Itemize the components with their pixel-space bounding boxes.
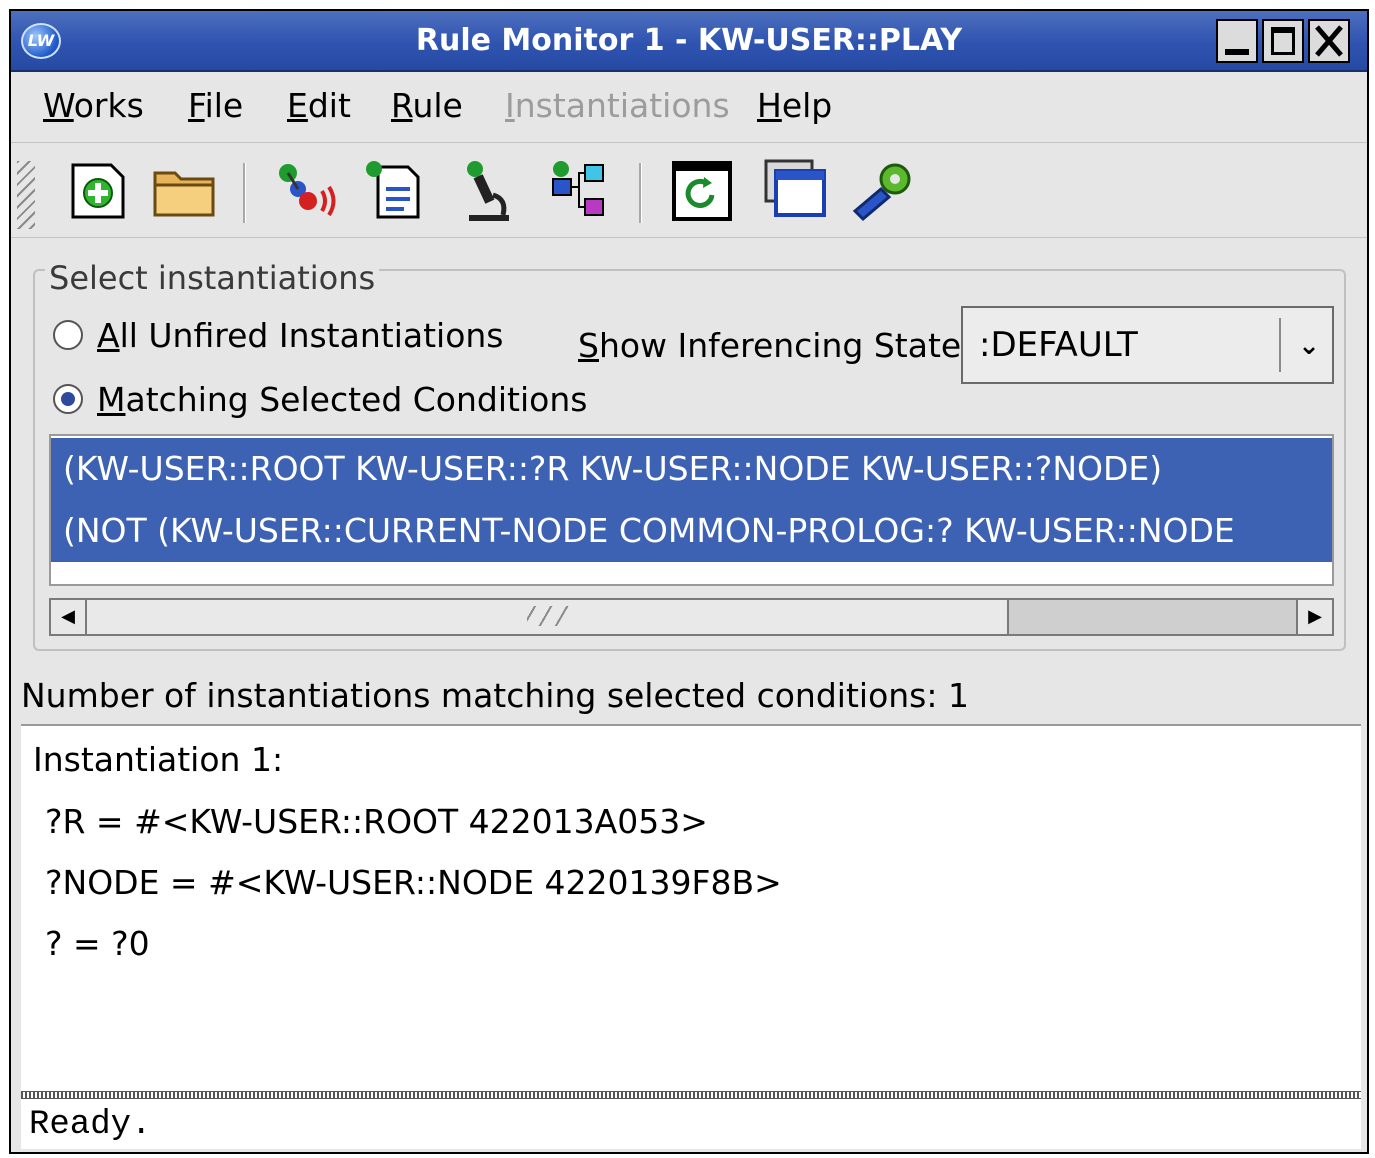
inferencing-state-label: Show Inferencing State: — [578, 326, 972, 366]
minimize-icon — [1225, 49, 1249, 55]
rule-list-button[interactable] — [358, 155, 434, 225]
instantiation-count-label: Number of instantiations matching select… — [21, 676, 969, 715]
rule-monitor-window: LW Rule Monitor 1 - KW-USER::PLAY Works … — [9, 9, 1369, 1154]
menu-bar: Works File Edit Rule Instantiations Help — [11, 72, 1367, 143]
menu-edit-rest: dit — [307, 86, 351, 125]
maximize-icon — [1271, 27, 1295, 55]
status-bar: Ready. — [21, 1099, 1361, 1149]
radio-all-unfired-mnemonic: A — [97, 316, 120, 355]
open-button[interactable] — [149, 155, 225, 225]
tools-wrench-icon — [852, 163, 911, 222]
class-graph-icon — [552, 161, 604, 216]
instantiation-details-pane[interactable]: Instantiation 1: ?R = #<KW-USER::ROOT 42… — [21, 724, 1361, 1091]
radio-matching-selected[interactable]: Matching Selected Conditions — [53, 380, 587, 420]
menu-edit[interactable]: Edit — [287, 86, 351, 126]
toolbar-separator — [639, 163, 642, 223]
radio-matching-selected-indicator — [53, 383, 83, 414]
open-folder-icon — [153, 171, 215, 217]
close-icon — [1315, 25, 1343, 57]
rule-fire-icon — [279, 164, 336, 217]
inspect-microscope-icon — [467, 161, 509, 221]
radio-matching-mnemonic: M — [97, 380, 126, 419]
new-icon — [71, 163, 125, 219]
menu-instantiations: Instantiations — [505, 86, 730, 126]
pane-splitter[interactable] — [21, 1091, 1361, 1099]
radio-matching-selected-label: atching Selected Conditions — [125, 380, 588, 419]
detail-line: ? = ?0 — [45, 924, 150, 963]
inferencing-state-label-rest: how Inferencing State: — [598, 326, 973, 365]
menu-edit-mnemonic: E — [287, 86, 308, 125]
scrollbar-thumb[interactable] — [87, 600, 1009, 634]
new-window-button[interactable] — [756, 155, 832, 225]
inferencing-state-combo[interactable]: :DEFAULT ⌄ — [961, 306, 1334, 384]
combo-separator — [1279, 318, 1281, 372]
minimize-button[interactable] — [1216, 19, 1258, 63]
condition-row[interactable]: (KW-USER::ROOT KW-USER::?R KW-USER::NODE… — [51, 438, 1332, 500]
menu-instantiations-rest: nstantiations — [514, 86, 730, 125]
radio-all-unfired[interactable]: All Unfired Instantiations — [53, 316, 504, 356]
menu-help[interactable]: Help — [757, 86, 832, 126]
scroll-left-arrow-icon[interactable]: ◀ — [51, 600, 87, 634]
new-button[interactable] — [61, 155, 137, 225]
window-title: Rule Monitor 1 - KW-USER::PLAY — [415, 23, 963, 58]
menu-works[interactable]: Works — [43, 86, 144, 126]
condition-row[interactable]: (NOT (KW-USER::CURRENT-NODE COMMON-PROLO… — [51, 500, 1332, 562]
menu-file-rest: ile — [204, 86, 244, 125]
window-icon — [764, 159, 826, 217]
toolbar-grip[interactable] — [17, 161, 35, 229]
tools-button[interactable] — [847, 155, 923, 225]
detail-line: ?R = #<KW-USER::ROOT 422013A053> — [45, 802, 708, 841]
menu-rule[interactable]: Rule — [391, 86, 463, 126]
title-bar[interactable]: LW Rule Monitor 1 - KW-USER::PLAY — [11, 11, 1367, 72]
fire-rule-button[interactable] — [266, 155, 342, 225]
inspect-button[interactable] — [449, 155, 525, 225]
close-button[interactable] — [1308, 19, 1350, 63]
scroll-right-arrow-icon[interactable]: ▶ — [1296, 600, 1332, 634]
menu-rule-rest: ule — [412, 86, 463, 125]
menu-help-mnemonic: H — [757, 86, 782, 125]
rule-list-icon — [366, 161, 420, 219]
inferencing-state-mnemonic: S — [578, 326, 599, 365]
select-instantiations-legend: Select instantiations — [45, 261, 380, 295]
refresh-button[interactable] — [664, 155, 740, 225]
menu-rule-mnemonic: R — [391, 86, 413, 125]
scrollbar-grip — [527, 606, 571, 626]
detail-line: ?NODE = #<KW-USER::NODE 4220139F8B> — [45, 863, 782, 902]
menu-works-rest: orks — [73, 86, 144, 125]
toolbar — [11, 143, 1367, 238]
maximize-button[interactable] — [1262, 19, 1304, 63]
status-text: Ready. — [29, 1106, 152, 1144]
menu-file-mnemonic: F — [188, 86, 205, 125]
conditions-horizontal-scrollbar[interactable]: ◀ ▶ — [49, 598, 1334, 636]
menu-file[interactable]: File — [188, 86, 243, 126]
menu-help-rest: elp — [781, 86, 833, 125]
refresh-window-icon — [672, 161, 732, 221]
menu-works-mnemonic: W — [43, 86, 74, 125]
class-graph-button[interactable] — [541, 155, 617, 225]
radio-all-unfired-label: ll Unfired Instantiations — [119, 316, 504, 355]
chevron-down-icon[interactable]: ⌄ — [1287, 324, 1331, 368]
inferencing-state-value: :DEFAULT — [979, 325, 1138, 365]
detail-line: Instantiation 1: — [33, 740, 284, 779]
toolbar-separator — [243, 163, 246, 223]
menu-instantiations-mnemonic: I — [505, 86, 515, 125]
radio-all-unfired-indicator — [53, 319, 83, 350]
conditions-list[interactable]: (KW-USER::ROOT KW-USER::?R KW-USER::NODE… — [49, 434, 1334, 586]
